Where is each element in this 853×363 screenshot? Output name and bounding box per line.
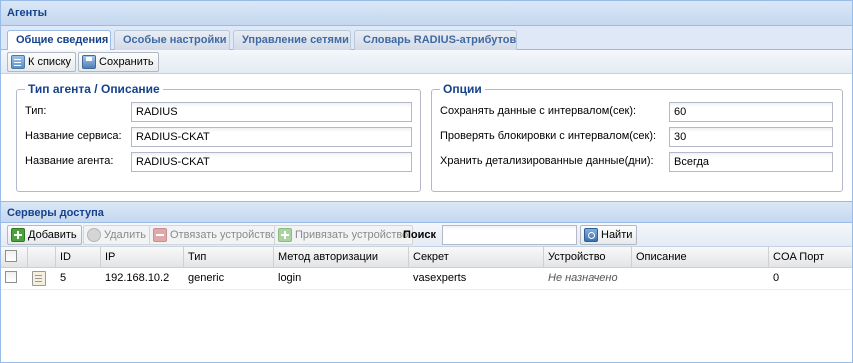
table-row[interactable]: 5 192.168.10.2 generic login vasexperts … [1,268,852,290]
cell-type: generic [188,272,225,284]
save-interval-row: Сохранять данные с интервалом(сек): [432,102,842,122]
cell-device: Не назначено [548,272,618,284]
agent-name-field[interactable] [131,152,412,172]
select-all-cell [1,247,28,267]
agent-type-fieldset: Тип агента / Описание Тип: Название серв… [16,82,421,192]
agent-window: Агенты Общие сведения Особые настройки У… [0,0,853,363]
column-header-id[interactable]: ID [56,247,101,267]
edit-document-icon[interactable] [32,271,46,286]
main-toolbar: К списку Сохранить [1,50,852,74]
cell-id: 5 [60,272,67,284]
bind-icon [278,228,292,242]
tab-radius-dictionary[interactable]: Словарь RADIUS-атрибутов [354,30,517,50]
service-row: Название сервиса: [17,127,420,147]
options-fieldset: Опции Сохранять данные с интервалом(сек)… [431,82,843,192]
column-header-type[interactable]: Тип [184,247,274,267]
unbind-device-button[interactable]: Отвязать устройство [149,225,282,245]
form-area: Тип агента / Описание Тип: Название серв… [1,74,852,201]
select-all-checkbox[interactable] [5,250,17,263]
edit-column-header [28,247,56,267]
delete-server-button[interactable]: Удалить [83,225,151,245]
detail-row: Хранить детализированные данные(дни): [432,152,842,172]
detail-retention-label: Хранить детализированные данные(дни): [440,155,654,167]
agent-row: Название агента: [17,152,420,172]
cell-description [632,268,769,289]
lock-interval-field[interactable] [669,127,833,147]
delete-icon [87,228,101,242]
lock-interval-row: Проверять блокировки с интервалом(сек): [432,127,842,147]
search-icon [584,228,598,242]
servers-grid: ID IP Тип Метод авторизации Секрет Устро… [1,247,852,290]
find-label: Найти [601,229,633,241]
back-to-list-label: К списку [28,56,72,68]
add-server-button[interactable]: Добавить [7,225,82,245]
cell-secret: vasexperts [413,272,467,284]
tab-network-management[interactable]: Управление сетями [233,30,351,50]
delete-label: Удалить [104,229,146,241]
list-icon [11,55,25,69]
bind-label: Привязать устройство [295,229,409,241]
unbind-label: Отвязать устройство [170,229,277,241]
tab-strip: Общие сведения Особые настройки Управлен… [1,26,852,51]
row-checkbox[interactable] [5,271,17,284]
column-header-coa-port[interactable]: COA Порт [769,247,852,267]
row-checkbox-cell [1,268,28,289]
bind-device-button[interactable]: Привязать устройство [274,225,414,245]
save-icon [82,55,96,69]
servers-toolbar: Добавить Удалить Отвязать устройство При… [1,223,852,247]
agent-name-label: Название агента: [25,155,114,167]
search-input[interactable] [442,225,577,245]
column-header-device[interactable]: Устройство [544,247,632,267]
edit-cell [28,268,56,289]
save-interval-label: Сохранять данные с интервалом(сек): [440,105,637,117]
add-icon [11,228,25,242]
detail-retention-field[interactable] [669,152,833,172]
cell-coa-port: 0 [773,272,780,284]
window-title: Агенты [1,1,852,26]
agent-type-legend: Тип агента / Описание [25,82,163,96]
service-name-label: Название сервиса: [25,130,122,142]
column-header-secret[interactable]: Секрет [409,247,544,267]
save-button[interactable]: Сохранить [78,52,159,72]
find-button[interactable]: Найти [580,225,638,245]
column-header-description[interactable]: Описание [632,247,769,267]
type-label: Тип: [25,105,47,117]
lock-interval-label: Проверять блокировки с интервалом(сек): [440,130,657,142]
type-field[interactable] [131,102,412,122]
type-row: Тип: [17,102,420,122]
unbind-icon [153,228,167,242]
tab-special-settings[interactable]: Особые настройки [114,30,230,50]
column-header-auth-method[interactable]: Метод авторизации [274,247,409,267]
back-to-list-button[interactable]: К списку [7,52,77,72]
search-label: Поиск [403,229,437,241]
save-label: Сохранить [99,56,154,68]
column-header-ip[interactable]: IP [101,247,184,267]
options-legend: Опции [440,82,485,96]
cell-ip: 192.168.10.2 [105,272,170,284]
add-label: Добавить [28,229,77,241]
service-name-field[interactable] [131,127,412,147]
access-servers-header: Серверы доступа [1,201,852,223]
save-interval-field[interactable] [669,102,833,122]
tab-general-info[interactable]: Общие сведения [7,30,111,51]
cell-auth-method: login [278,272,302,284]
grid-header: ID IP Тип Метод авторизации Секрет Устро… [1,247,852,268]
